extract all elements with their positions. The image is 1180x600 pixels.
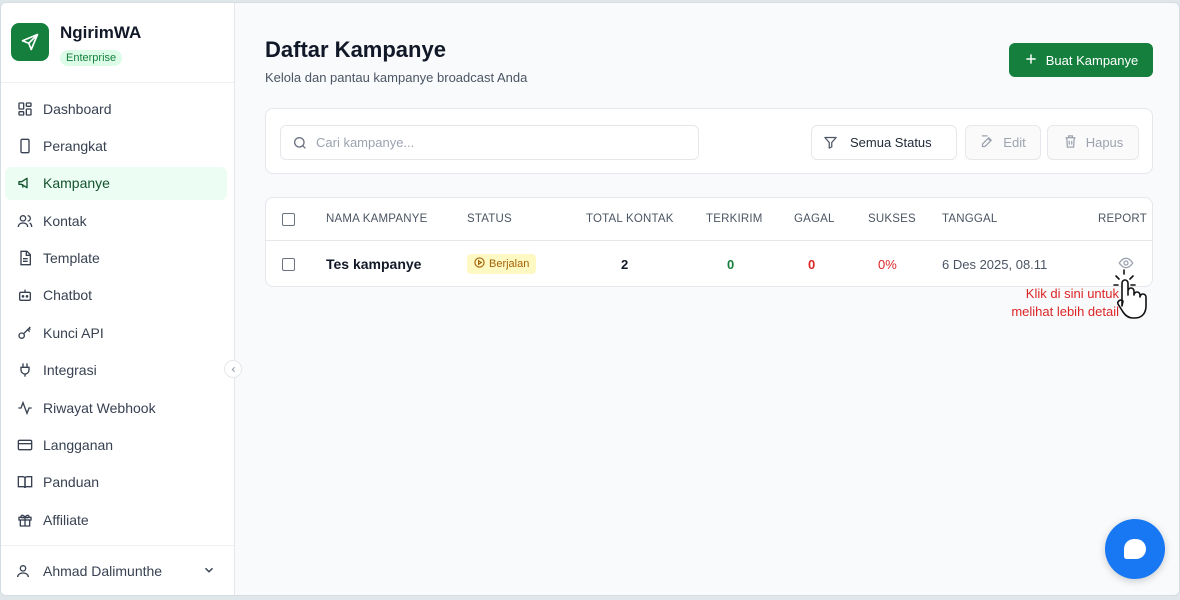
user-icon [13,563,33,579]
edit-icon [980,134,995,152]
sidebar-item-perangkat[interactable]: Perangkat [5,129,227,162]
user-name: Ahmad Dalimunthe [43,562,163,579]
status-text: Berjalan [489,258,530,270]
sidebar-item-label: Integrasi [43,362,97,379]
sidebar-item-affiliate[interactable]: Affiliate [5,503,227,536]
select-all-cell [282,198,295,240]
sidebar-item-chatbot[interactable]: Chatbot [5,279,227,312]
plug-icon [15,360,35,380]
user-menu[interactable]: Ahmad Dalimunthe [1,545,234,595]
toolbar: Semua Status Edit Hapus [265,108,1153,174]
sidebar-item-dashboard[interactable]: Dashboard [5,92,227,125]
activity-icon [15,398,35,418]
delete-label: Hapus [1085,135,1124,150]
sidebar-item-kunci-api[interactable]: Kunci API [5,316,227,349]
dashboard-icon [15,99,35,119]
hint-line-1: Klik di sini untuk [1025,286,1119,301]
device-icon [15,136,35,156]
send-logo-icon [11,23,49,61]
sidebar-item-label: Kontak [43,212,87,229]
sidebar-item-label: Panduan [43,474,100,491]
collapse-sidebar-button[interactable] [224,360,242,378]
play-circle-icon [474,257,485,271]
status-cell: Berjalan [467,241,537,287]
create-campaign-label: Buat Kampanye [1045,52,1139,68]
megaphone-icon [15,173,35,193]
delete-button[interactable]: Hapus [1047,125,1139,160]
search-box [280,125,699,160]
tutorial-hint: Klik di sini untuk melihat lebih detail [981,285,1119,321]
table-row[interactable]: Tes kampanye Berjalan 2 0 0 0% 6 Des 202… [266,241,1152,287]
sidebar-item-template[interactable]: Template [5,242,227,275]
sidebar-item-integrasi[interactable]: Integrasi [5,354,227,387]
table-header: NAMA KAMPANYE STATUS TOTAL KONTAK TERKIR… [266,198,1152,241]
edit-label: Edit [1003,135,1026,150]
sidebar-item-label: Kunci API [43,324,104,341]
chat-widget-button[interactable] [1105,519,1165,579]
row-select-cell [282,241,295,287]
sidebar-item-label: Perangkat [43,137,107,154]
search-icon [292,135,308,151]
campaign-name[interactable]: Tes kampanye [326,241,421,287]
failed-count: 0 [808,256,816,272]
status-filter-dropdown[interactable]: Semua Status [811,125,957,160]
hint-line-2: melihat lebih detail [1011,304,1119,319]
row-checkbox[interactable] [282,257,295,271]
chat-bubble-icon [1124,539,1146,559]
brand: NgirimWA Enterprise [1,3,234,83]
plan-badge: Enterprise [60,50,123,66]
key-icon [15,323,35,343]
sidebar-item-label: Riwayat Webhook [43,399,156,416]
status-badge: Berjalan [467,254,537,274]
sidebar-item-kontak[interactable]: Kontak [5,204,227,237]
credit-card-icon [15,435,35,455]
sidebar-item-label: Langganan [43,437,114,454]
column-header[interactable]: REPORT [1098,198,1147,240]
page-subtitle: Kelola dan pantau kampanye broadcast And… [265,70,528,85]
sidebar-item-label: Affiliate [43,511,89,528]
column-header[interactable]: TANGGAL [942,198,998,240]
gift-icon [15,510,35,530]
pointing-hand-icon [1111,266,1151,327]
create-campaign-button[interactable]: Buat Kampanye [1009,43,1153,77]
app-name: NgirimWA [60,23,142,42]
sidebar-item-langganan[interactable]: Langganan [5,429,227,462]
total-contacts: 2 [621,256,629,272]
app-window: NgirimWA Enterprise Dashboard Perangkat … [0,2,1180,596]
sent-count: 0 [727,256,735,272]
sidebar-item-label: Dashboard [43,100,112,117]
sidebar-item-riwayat-webhook[interactable]: Riwayat Webhook [5,391,227,424]
sidebar-item-label: Template [43,250,100,267]
main-content: Daftar Kampanye Kelola dan pantau kampan… [235,3,1179,595]
page-title: Daftar Kampanye [265,37,446,62]
sidebar-nav: Dashboard Perangkat Kampanye Kontak Temp… [1,92,235,541]
book-icon [15,472,35,492]
campaign-table: NAMA KAMPANYE STATUS TOTAL KONTAK TERKIR… [265,197,1153,287]
sidebar: NgirimWA Enterprise Dashboard Perangkat … [1,3,235,595]
column-header[interactable]: TERKIRIM [706,198,763,240]
bot-icon [15,285,35,305]
column-header[interactable]: TOTAL KONTAK [586,198,674,240]
trash-icon [1063,134,1078,152]
campaign-date: 6 Des 2025, 08.11 [942,256,1048,272]
column-header[interactable]: GAGAL [794,198,835,240]
column-header[interactable]: STATUS [467,198,512,240]
success-rate: 0% [878,256,897,272]
sidebar-item-kampanye[interactable]: Kampanye [5,166,227,200]
status-filter-label: Semua Status [850,135,932,150]
users-icon [15,211,35,231]
plus-icon [1024,52,1038,69]
sidebar-item-panduan[interactable]: Panduan [5,466,227,499]
sidebar-item-label: Chatbot [43,287,93,304]
document-icon [15,248,35,268]
filter-icon [823,135,838,150]
chevron-down-icon [202,563,216,580]
sidebar-item-label: Kampanye [43,175,110,192]
edit-button[interactable]: Edit [965,125,1041,160]
column-header[interactable]: NAMA KAMPANYE [326,198,427,240]
select-all-checkbox[interactable] [282,212,295,226]
search-input[interactable] [316,135,676,150]
column-header[interactable]: SUKSES [868,198,916,240]
